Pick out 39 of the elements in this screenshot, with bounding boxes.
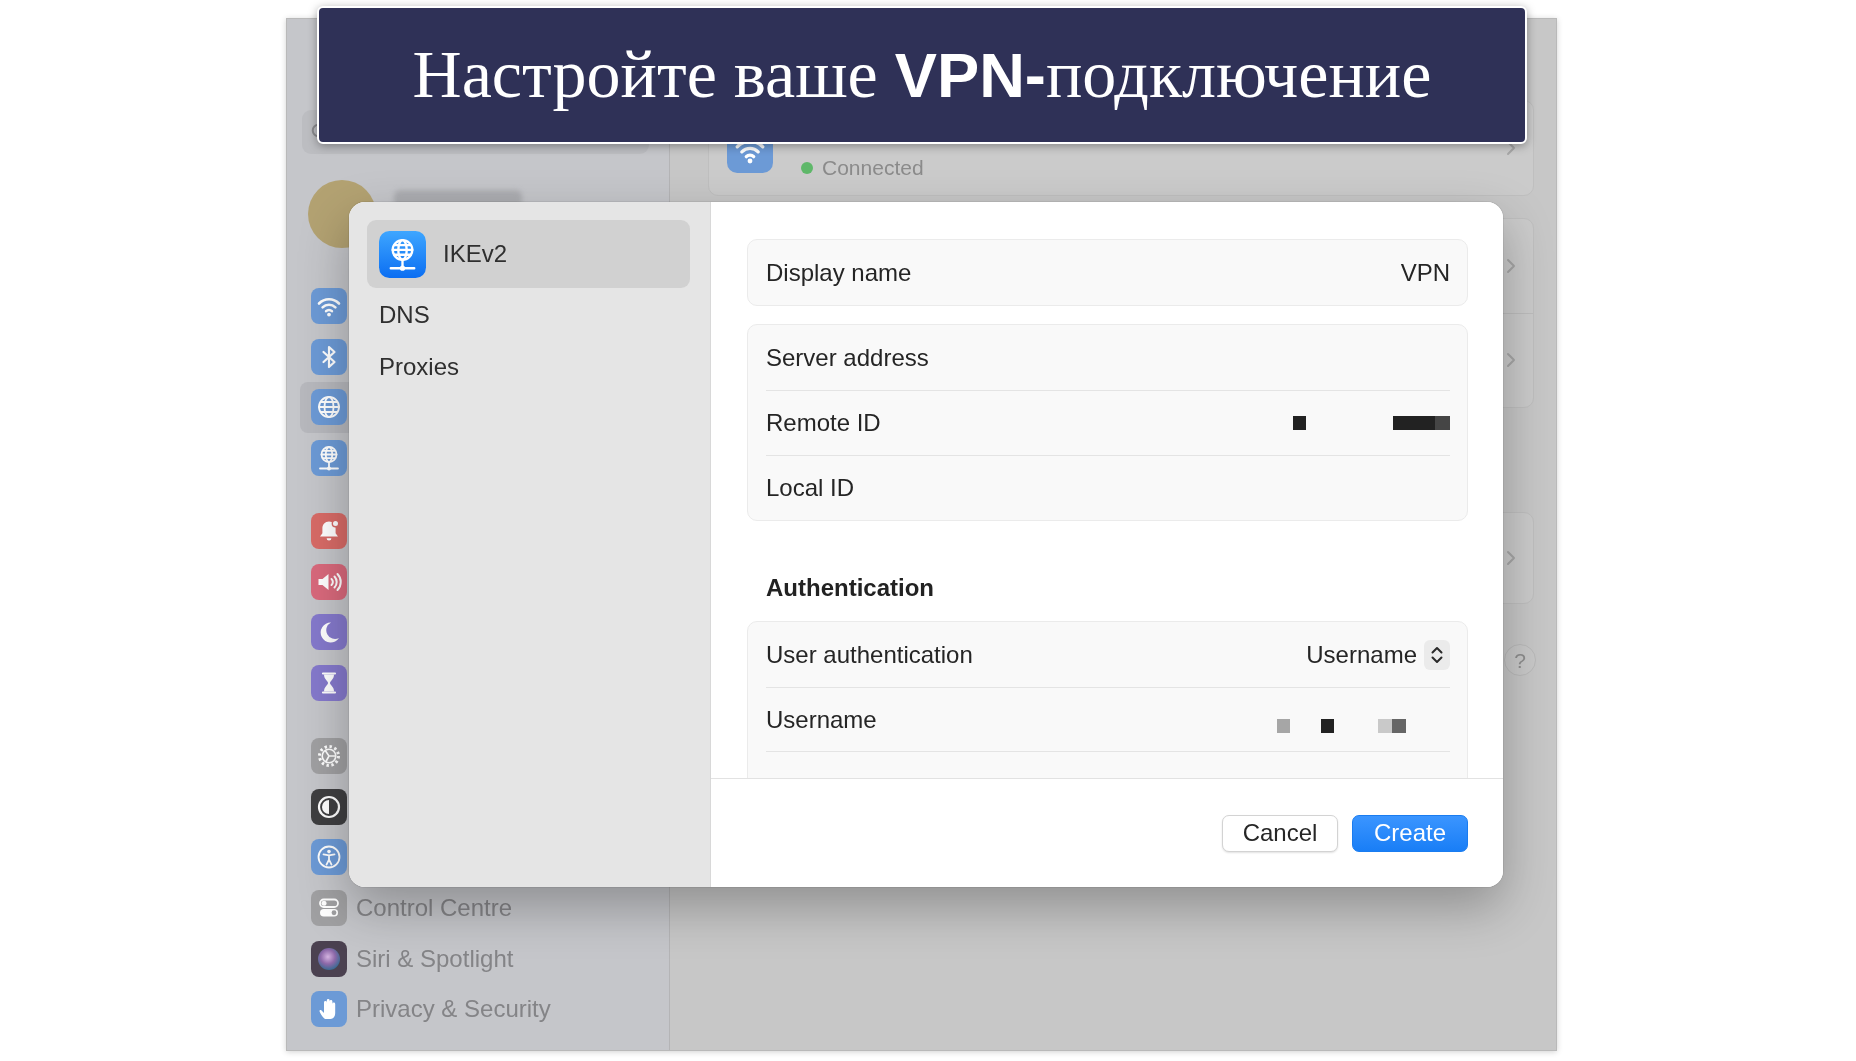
popup-button[interactable]: Username — [1306, 636, 1450, 673]
redaction-block-icon — [1293, 416, 1306, 430]
wifi-icon — [727, 144, 773, 173]
redaction-block-icon — [1378, 718, 1406, 733]
field-label: Display name — [766, 257, 912, 288]
field-label: Server address — [766, 342, 929, 373]
bell-icon[interactable] — [311, 513, 347, 550]
hourglass-icon[interactable] — [311, 665, 347, 702]
bluetooth-icon[interactable] — [311, 338, 347, 375]
cancel-button[interactable]: Cancel — [1222, 814, 1338, 852]
wifi-icon[interactable] — [311, 288, 347, 325]
sidebar-item[interactable]: IKEv2 — [367, 220, 690, 288]
caption-overlay: Настройте ваше VPN-подключение — [317, 6, 1527, 144]
globe-network-icon — [379, 230, 426, 278]
field-value: VPN — [1400, 257, 1450, 288]
stepper-icon — [1424, 639, 1450, 670]
redaction-block-icon — [1277, 718, 1290, 733]
moon-icon[interactable] — [311, 614, 347, 651]
chevron-icon — [1506, 352, 1516, 369]
gear-icon[interactable] — [311, 738, 347, 775]
field-label: User authentication — [766, 639, 973, 670]
chevron-icon — [1506, 550, 1516, 566]
speaker-icon[interactable] — [311, 563, 347, 600]
sidebar-item[interactable]: Proxies — [367, 342, 690, 392]
accessibility-icon[interactable] — [311, 839, 347, 876]
globe-network-icon[interactable] — [311, 440, 347, 477]
globe-icon — [311, 389, 347, 426]
field-label: Remote ID — [766, 408, 881, 438]
orb-icon — [311, 940, 347, 977]
hand-icon — [311, 991, 347, 1028]
toggles-icon — [311, 890, 347, 926]
status-text: Connected — [822, 155, 924, 181]
sidebar-item[interactable]: DNS — [367, 290, 690, 340]
field-label: Username — [766, 704, 877, 735]
redaction-block-icon — [1393, 416, 1450, 430]
chevron-icon — [1506, 257, 1516, 274]
field-label: Local ID — [766, 473, 855, 503]
section-heading: Authentication — [766, 573, 935, 603]
redaction-block-icon — [1321, 718, 1334, 733]
